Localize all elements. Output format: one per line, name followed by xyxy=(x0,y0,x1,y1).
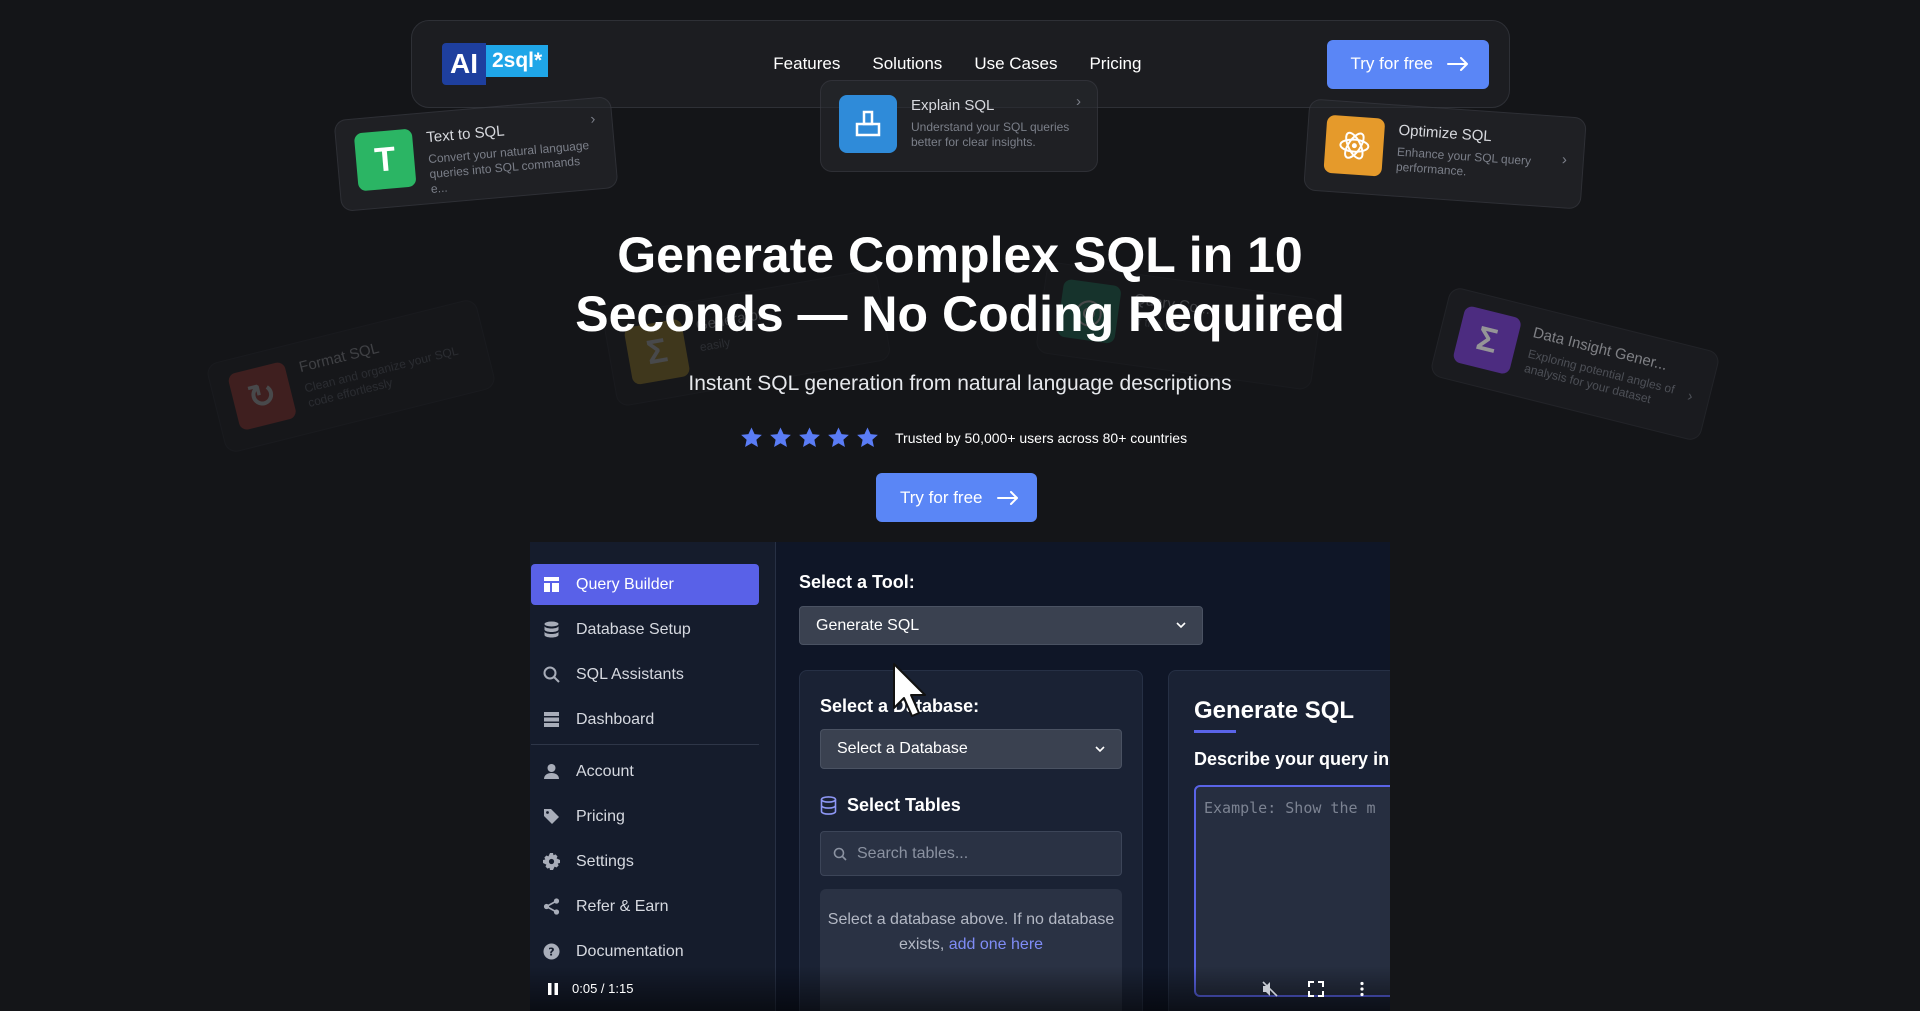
fullscreen-icon[interactable] xyxy=(1308,980,1324,997)
sidebar-item-sql-assistants[interactable]: SQL Assistants xyxy=(531,654,759,695)
describe-label: Describe your query in xyxy=(1194,749,1390,769)
nav-try-free-label: Try for free xyxy=(1350,54,1434,73)
generate-panel: Generate SQL Describe your query in Exam… xyxy=(1168,670,1390,1011)
gear-icon xyxy=(543,853,560,870)
text-icon: T xyxy=(353,128,417,192)
share-icon xyxy=(543,898,560,915)
feature-card-desc: Enhance your SQL query performance. xyxy=(1395,144,1532,179)
search-icon xyxy=(543,666,560,683)
hero-title: Generate Complex SQL in 10 Seconds — No … xyxy=(0,226,1920,344)
video-time: 0:05 / 1:15 xyxy=(572,981,634,996)
title-underline xyxy=(1194,730,1236,733)
feature-card-desc: Understand your SQL queries better for c… xyxy=(911,120,1070,149)
tool-select-value: Generate SQL xyxy=(816,616,920,634)
feature-card-title: Explain SQL xyxy=(911,97,995,114)
search-tables-input[interactable]: Search tables... xyxy=(820,831,1122,876)
user-icon xyxy=(544,764,559,779)
atom-icon xyxy=(1323,114,1386,177)
arrow-right-icon xyxy=(1447,57,1468,71)
sidebar-item-label: Documentation xyxy=(576,942,684,960)
sidebar-item-label: Pricing xyxy=(576,807,625,825)
list-icon xyxy=(544,712,559,727)
more-options-icon[interactable] xyxy=(1354,981,1370,997)
brush-icon xyxy=(839,95,897,153)
nav-try-free-button[interactable]: Try for free xyxy=(1326,39,1489,89)
nav-link-use-cases[interactable]: Use Cases xyxy=(974,54,1057,74)
sidebar-item-account[interactable]: Account xyxy=(531,751,759,792)
database-select[interactable]: Select a Database xyxy=(820,729,1122,769)
arrow-right-icon xyxy=(996,490,1018,505)
sidebar-divider xyxy=(531,744,759,745)
star-icon xyxy=(741,427,762,447)
tool-select[interactable]: Generate SQL xyxy=(799,606,1203,645)
chevron-right-icon: › xyxy=(589,110,597,128)
nav-link-solutions[interactable]: Solutions xyxy=(872,54,942,74)
sidebar-item-label: SQL Assistants xyxy=(576,665,684,683)
sidebar-item-label: Settings xyxy=(576,852,634,870)
nav-link-features[interactable]: Features xyxy=(773,54,840,74)
search-tables-placeholder: Search tables... xyxy=(857,844,969,862)
sidebar-item-refer-earn[interactable]: Refer & Earn xyxy=(531,886,759,927)
add-database-link[interactable]: add one here xyxy=(949,936,1043,953)
mouse-cursor-icon xyxy=(893,663,926,717)
sidebar-item-label: Refer & Earn xyxy=(576,897,669,915)
database-select-value: Select a Database xyxy=(837,740,968,757)
pause-icon[interactable] xyxy=(546,982,560,996)
textarea-placeholder: Example: Show the m xyxy=(1204,799,1376,817)
sidebar-item-query-builder[interactable]: Query Builder xyxy=(531,564,759,605)
trust-row: Trusted by 50,000+ users across 80+ coun… xyxy=(740,426,1187,449)
search-icon xyxy=(833,847,847,861)
database-icon xyxy=(544,621,559,638)
sidebar-item-label: Account xyxy=(576,762,634,780)
star-icon xyxy=(770,427,791,447)
svg-text:?: ? xyxy=(548,946,554,959)
feature-card-text-to-sql[interactable]: T Text to SQL Convert your natural langu… xyxy=(333,96,619,212)
sidebar-item-label: Query Builder xyxy=(576,575,674,593)
nav-links: Features Solutions Use Cases Pricing xyxy=(733,54,1141,74)
mute-icon[interactable] xyxy=(1262,980,1278,997)
star-rating xyxy=(740,426,879,449)
star-icon xyxy=(857,427,878,447)
demo-video[interactable]: Query Builder Database Setup SQL Assista… xyxy=(530,542,1390,1011)
hero-title-line-2: Seconds — No Coding Required xyxy=(575,286,1345,342)
video-right-controls xyxy=(1262,980,1370,997)
logo-2sql: 2sql* xyxy=(486,45,549,77)
hero-subtitle: Instant SQL generation from natural lang… xyxy=(688,372,1232,395)
sidebar-item-dashboard[interactable]: Dashboard xyxy=(531,699,759,740)
trust-text: Trusted by 50,000+ users across 80+ coun… xyxy=(895,429,1188,446)
tag-icon xyxy=(544,809,559,824)
layout-icon xyxy=(544,577,559,592)
database-panel: Select a Database: Select a Database Sel… xyxy=(799,670,1143,1011)
sidebar-item-pricing[interactable]: Pricing xyxy=(531,796,759,837)
sidebar-item-label: Database Setup xyxy=(576,620,691,638)
sidebar-item-database-setup[interactable]: Database Setup xyxy=(531,609,759,650)
tool-label: Select a Tool: xyxy=(799,572,915,592)
database-icon xyxy=(820,796,837,815)
star-icon xyxy=(828,427,849,447)
app-sidebar: Query Builder Database Setup SQL Assista… xyxy=(530,542,776,1011)
nav-link-pricing[interactable]: Pricing xyxy=(1089,54,1141,74)
tables-header: Select Tables xyxy=(820,795,961,816)
tables-label: Select Tables xyxy=(847,795,961,815)
hero-try-free-button[interactable]: Try for free xyxy=(876,473,1037,522)
chevron-down-icon xyxy=(1095,745,1105,752)
feature-card-desc: Convert your natural language queries in… xyxy=(427,138,590,197)
video-controls: 0:05 / 1:15 xyxy=(530,966,1390,1011)
feature-card-explain-sql[interactable]: Explain SQL Understand your SQL queries … xyxy=(820,80,1098,172)
feature-card-optimize-sql[interactable]: Optimize SQL Enhance your SQL query perf… xyxy=(1303,98,1587,210)
help-icon: ? xyxy=(543,943,560,960)
generate-title: Generate SQL xyxy=(1194,697,1355,724)
logo-ai: AI xyxy=(442,43,486,85)
hero-title-line-1: Generate Complex SQL in 10 xyxy=(617,227,1303,283)
chevron-down-icon xyxy=(1176,622,1186,629)
app-main: Select a Tool: Generate SQL Select a Dat… xyxy=(776,542,1390,1011)
sidebar-item-settings[interactable]: Settings xyxy=(531,841,759,882)
chevron-right-icon: › xyxy=(1076,93,1081,110)
star-icon xyxy=(799,427,820,447)
logo[interactable]: AI 2sql* xyxy=(442,43,549,85)
hero-try-free-label: Try for free xyxy=(900,487,983,507)
chevron-right-icon: › xyxy=(1561,151,1568,169)
sidebar-item-label: Dashboard xyxy=(576,710,655,728)
